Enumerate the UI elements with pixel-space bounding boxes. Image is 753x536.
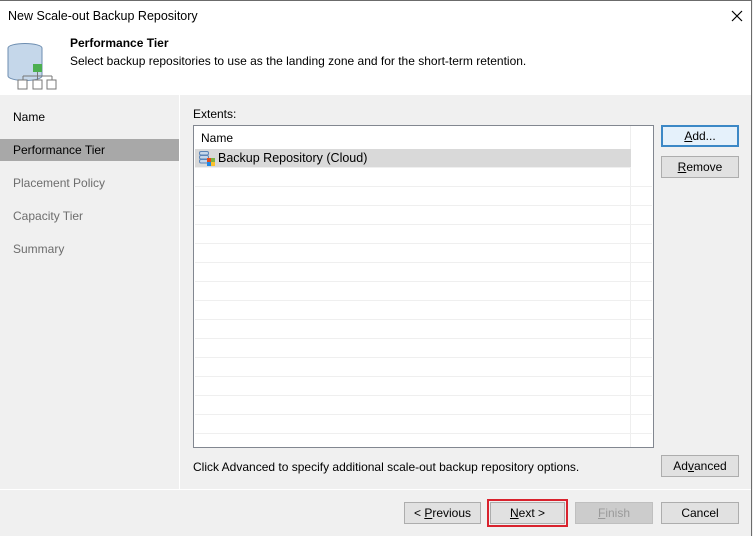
- nav-step-placement-policy[interactable]: Placement Policy: [0, 172, 179, 194]
- nav-step-summary[interactable]: Summary: [0, 238, 179, 260]
- wizard-steps-nav: Name Performance Tier Placement Policy C…: [0, 95, 180, 489]
- list-row-empty: [195, 168, 652, 187]
- list-row-empty: [195, 225, 652, 244]
- add-button[interactable]: Add...: [661, 125, 739, 147]
- previous-button[interactable]: < Previous: [404, 502, 481, 524]
- list-row-empty: [195, 377, 652, 396]
- close-icon: [731, 10, 743, 22]
- advanced-hint-text: Click Advanced to specify additional sca…: [193, 460, 580, 474]
- list-row-empty: [195, 263, 652, 282]
- advanced-button[interactable]: Advanced: [661, 455, 739, 477]
- step-title: Performance Tier: [70, 36, 169, 50]
- list-row-selected[interactable]: Backup Repository (Cloud): [195, 149, 631, 168]
- list-row-empty: [195, 206, 652, 225]
- finish-button[interactable]: Finish: [575, 502, 653, 524]
- nav-step-name[interactable]: Name: [0, 106, 179, 128]
- row-name: Backup Repository (Cloud): [218, 151, 368, 165]
- list-row-empty: [195, 187, 652, 206]
- backup-repository-icon: [199, 151, 216, 166]
- list-row-empty: [195, 320, 652, 339]
- next-button[interactable]: Next >: [487, 499, 568, 527]
- scale-out-repository-icon: [5, 42, 61, 92]
- wizard-window: New Scale-out Backup Repository Performa…: [0, 0, 752, 536]
- list-row-empty: [195, 358, 652, 377]
- nav-step-performance-tier[interactable]: Performance Tier: [0, 139, 179, 161]
- list-row-empty: [195, 415, 652, 434]
- step-description: Select backup repositories to use as the…: [70, 54, 527, 68]
- column-header-label: Name: [201, 131, 234, 145]
- list-row-empty: [195, 244, 652, 263]
- cancel-button[interactable]: Cancel: [661, 502, 739, 524]
- column-header-name[interactable]: Name: [194, 126, 653, 148]
- footer-divider: [0, 489, 751, 490]
- remove-button[interactable]: Remove: [661, 156, 739, 178]
- nav-step-capacity-tier[interactable]: Capacity Tier: [0, 205, 179, 227]
- wizard-header: New Scale-out Backup Repository Performa…: [0, 1, 751, 95]
- close-button[interactable]: [728, 7, 746, 25]
- list-row-empty: [195, 282, 652, 301]
- list-row-empty: [195, 396, 652, 415]
- list-row-empty: [195, 339, 652, 358]
- extents-list[interactable]: Name Backup Repository (Cloud): [193, 125, 654, 448]
- list-row-empty: [195, 301, 652, 320]
- main-panel: Extents: Name Backup Repository (Cloud) …: [181, 95, 751, 489]
- extents-label: Extents:: [193, 107, 237, 121]
- window-title: New Scale-out Backup Repository: [8, 9, 198, 23]
